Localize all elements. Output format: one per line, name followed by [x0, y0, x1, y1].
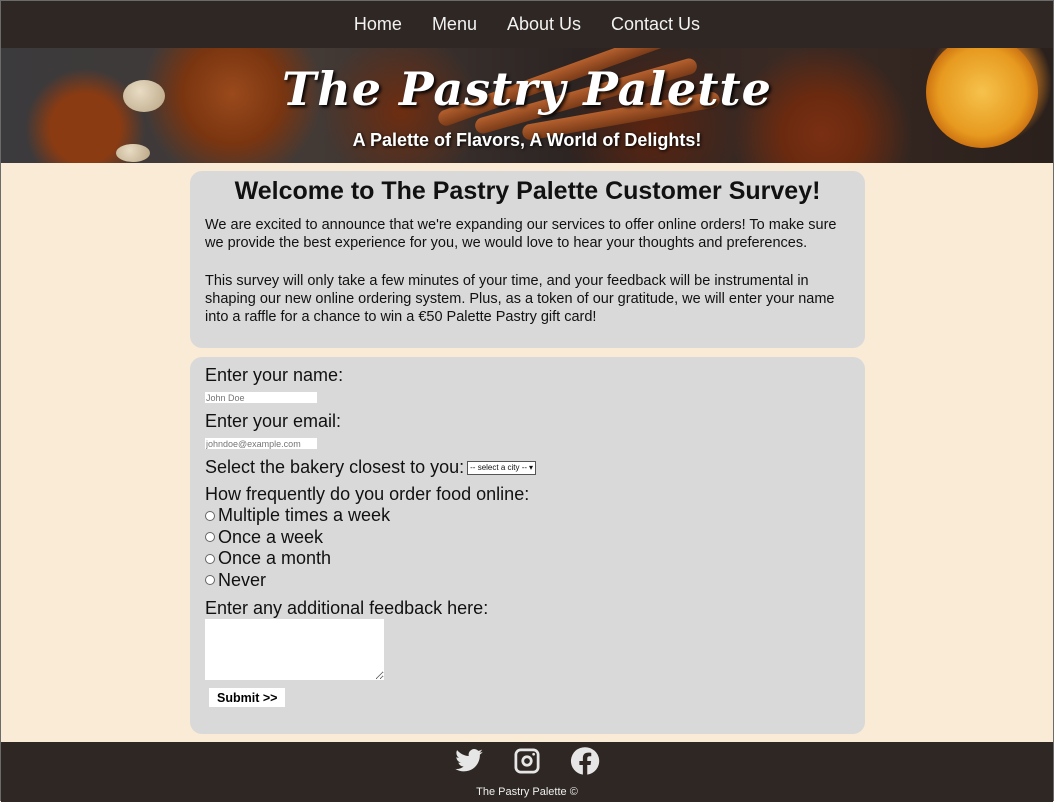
feedback-label: Enter any additional feedback here:	[205, 598, 489, 618]
frequency-option-label: Multiple times a week	[218, 505, 391, 526]
footer: The Pastry Palette ©	[1, 742, 1053, 802]
facebook-icon[interactable]	[570, 746, 600, 780]
intro-card: Welcome to The Pastry Palette Customer S…	[190, 171, 865, 348]
email-input[interactable]	[205, 438, 317, 449]
radio-button[interactable]	[205, 532, 215, 543]
radio-button[interactable]	[205, 510, 215, 521]
frequency-option[interactable]: Multiple times a week	[205, 505, 850, 527]
page-title: Welcome to The Pastry Palette Customer S…	[234, 177, 821, 205]
instagram-icon[interactable]	[512, 746, 542, 780]
bakery-row: Select the bakery closest to you: -- sel…	[205, 457, 850, 478]
banner-subtitle: A Palette of Flavors, A World of Delight…	[352, 130, 702, 150]
radio-button[interactable]	[205, 553, 215, 564]
nav-about-link[interactable]: About Us	[492, 1, 596, 48]
intro-paragraph-2: This survey will only take a few minutes…	[205, 273, 835, 325]
intro-paragraph-1: We are excited to announce that we're ex…	[205, 217, 837, 251]
name-input[interactable]	[205, 392, 317, 403]
nav-contact-link[interactable]: Contact Us	[596, 1, 715, 48]
nav-home-link[interactable]: Home	[339, 1, 417, 48]
top-nav: Home Menu About Us Contact Us	[1, 1, 1053, 48]
submit-button[interactable]: Submit >>	[209, 688, 286, 707]
frequency-label: How frequently do you order food online:	[205, 484, 530, 504]
bakery-select-value: -- select a city --	[470, 463, 528, 472]
bakery-select[interactable]: -- select a city -- ▾	[467, 460, 537, 475]
twitter-icon[interactable]	[454, 746, 484, 780]
radio-button[interactable]	[205, 575, 215, 586]
copyright-text: The Pastry Palette ©	[476, 786, 578, 798]
banner-title: The Pastry Palette	[282, 62, 772, 116]
email-label: Enter your email:	[205, 411, 342, 431]
chevron-down-icon: ▾	[529, 463, 534, 472]
frequency-option[interactable]: Never	[205, 570, 850, 592]
feedback-textarea[interactable]	[205, 619, 384, 680]
hero-banner: The Pastry Palette A Palette of Flavors,…	[1, 48, 1053, 163]
frequency-option[interactable]: Once a month	[205, 548, 850, 570]
frequency-option-label: Once a week	[218, 526, 324, 547]
frequency-option[interactable]: Once a week	[205, 527, 850, 549]
nav-menu-link[interactable]: Menu	[417, 1, 492, 48]
frequency-option-label: Never	[218, 569, 267, 590]
bakery-label: Select the bakery closest to you:	[205, 457, 465, 477]
social-icons	[1, 742, 1053, 780]
name-label: Enter your name:	[205, 365, 344, 385]
frequency-option-label: Once a month	[218, 548, 332, 569]
survey-form: Enter your name: Enter your email: Selec…	[190, 357, 865, 734]
